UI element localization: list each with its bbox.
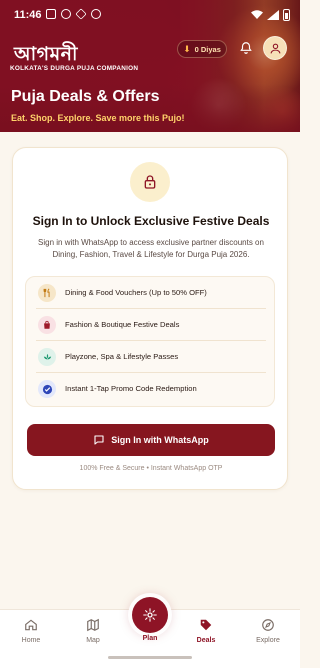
signin-button-label: Sign In with WhatsApp: [111, 435, 209, 445]
benefits-list: Dining & Food Vouchers (Up to 50% OFF) F…: [25, 276, 275, 407]
wifi-icon: [251, 10, 263, 19]
benefit-label: Dining & Food Vouchers (Up to 50% OFF): [65, 288, 207, 297]
security-note: 100% Free & Secure • Instant WhatsApp OT…: [79, 465, 223, 472]
card-description: Sign in with WhatsApp to access exclusiv…: [38, 238, 264, 259]
diyas-balance-button[interactable]: ⬇ 0 Diyas: [177, 40, 227, 58]
card-title: Sign In to Unlock Exclusive Festive Deal…: [32, 214, 270, 228]
diya-icon: ⬇: [183, 43, 191, 54]
benefit-item-promo: Instant 1-Tap Promo Code Redemption: [26, 373, 276, 405]
nav-explore[interactable]: Explore: [246, 617, 290, 653]
nav-deals-label: Deals: [196, 637, 216, 644]
lock-badge: [130, 162, 170, 202]
notification-icon: [46, 9, 56, 19]
diyas-count: 0 Diyas: [194, 44, 221, 54]
page-subtitle: Eat. Shop. Explore. Save more this Pujo!: [11, 113, 185, 123]
nav-map-label: Map: [86, 637, 100, 644]
shopping-bag-icon: [38, 316, 56, 334]
header-banner: 11:46 আগমনী KOLKATA'S DURGA PUJA COMPANI…: [0, 0, 300, 132]
nav-map[interactable]: Map: [71, 617, 115, 653]
chat-icon: [94, 435, 104, 445]
status-bar: 11:46: [0, 0, 300, 30]
page-title: Puja Deals & Offers: [11, 88, 160, 105]
status-time: 11:46: [14, 9, 42, 21]
benefit-label: Playzone, Spa & Lifestyle Passes: [65, 352, 179, 361]
signin-card: Sign In to Unlock Exclusive Festive Deal…: [12, 147, 288, 490]
whatsapp-notification-icon: [91, 9, 101, 19]
map-icon: [87, 618, 99, 632]
profile-button[interactable]: [263, 36, 287, 60]
benefit-item-lifestyle: Playzone, Spa & Lifestyle Passes: [26, 341, 276, 373]
home-indicator: [108, 656, 192, 659]
check-badge-icon: [38, 380, 56, 398]
tag-icon: [200, 619, 212, 631]
nav-plan-button[interactable]: [132, 597, 168, 633]
benefit-item-dining: Dining & Food Vouchers (Up to 50% OFF): [26, 277, 276, 309]
fork-knife-icon: [38, 284, 56, 302]
home-icon: [25, 619, 37, 631]
user-icon: [270, 43, 280, 53]
bell-icon: [240, 42, 252, 54]
benefit-label: Fashion & Boutique Festive Deals: [65, 320, 180, 329]
nav-plan-label: Plan: [142, 635, 158, 642]
compass-icon: [262, 619, 274, 631]
status-system-icons: [251, 9, 290, 21]
benefit-item-fashion: Fashion & Boutique Festive Deals: [26, 309, 276, 341]
nav-home[interactable]: Home: [9, 617, 53, 653]
lock-icon: [144, 175, 156, 189]
notifications-button[interactable]: [237, 39, 255, 57]
battery-icon: [283, 9, 290, 21]
signal-icon: [267, 10, 279, 20]
app-tagline: KOLKATA'S DURGA PUJA COMPANION: [10, 65, 139, 72]
notification-icon: [61, 9, 71, 19]
nav-home-label: Home: [21, 637, 41, 644]
notification-icon: [75, 8, 87, 20]
app-logo: আগমনী: [14, 40, 124, 68]
signin-whatsapp-button[interactable]: Sign In with WhatsApp: [27, 424, 275, 456]
plan-icon: [143, 608, 157, 622]
status-notification-icons: [46, 8, 101, 20]
benefit-label: Instant 1-Tap Promo Code Redemption: [65, 384, 197, 393]
nav-explore-label: Explore: [256, 637, 280, 644]
nav-deals[interactable]: Deals: [184, 617, 228, 653]
lotus-icon: [38, 348, 56, 366]
